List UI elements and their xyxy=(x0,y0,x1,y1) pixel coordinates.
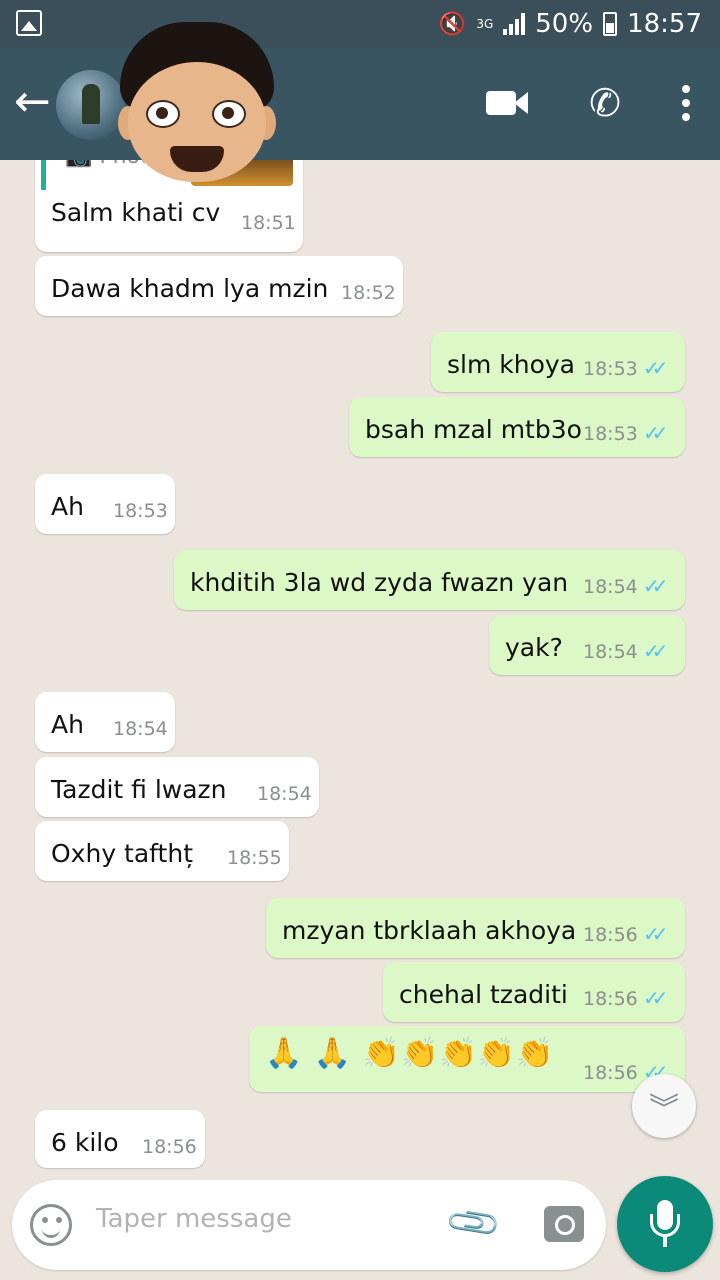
message-text: slm khoya xyxy=(447,350,576,379)
status-indicators: 🔇 3G 50% 18:57 xyxy=(439,6,702,42)
video-call-icon[interactable] xyxy=(486,88,528,118)
battery-percent: 50% xyxy=(535,9,594,39)
message-bubble[interactable]: mzyan tbrklaah akhoya 18:56 ✓✓ xyxy=(266,898,685,958)
battery-icon xyxy=(603,12,618,36)
scroll-to-bottom-button[interactable]: ︾ xyxy=(632,1074,696,1138)
paperclip-icon[interactable]: 📎 xyxy=(443,1193,505,1255)
clock: 18:57 xyxy=(627,9,702,39)
read-ticks-icon: ✓✓ xyxy=(643,421,668,445)
message-time: 18:56 xyxy=(142,1136,197,1158)
boy-face-emoji-sticker xyxy=(116,22,278,186)
more-options-icon[interactable] xyxy=(682,85,690,121)
message-bubble[interactable]: Dawa khadm lya mzin 18:52 xyxy=(35,256,403,316)
read-ticks-icon: ✓✓ xyxy=(643,356,668,380)
message-bubble[interactable]: Oxhy tafthț 18:55 xyxy=(35,821,289,881)
message-text: Ah xyxy=(51,492,84,521)
message-text: khditih 3la wd zyda fwazn yan xyxy=(190,568,569,597)
message-time: 18:56 xyxy=(583,924,638,946)
message-time: 18:54 xyxy=(113,718,168,740)
read-ticks-icon: ✓✓ xyxy=(643,574,668,598)
message-input-bar: Taper message 📎 xyxy=(12,1180,606,1270)
status-bar: 🔇 3G 50% 18:57 xyxy=(0,0,720,48)
message-text: mzyan tbrklaah akhoya xyxy=(282,916,577,945)
emoji-icon[interactable] xyxy=(30,1204,72,1246)
mute-icon: 🔇 xyxy=(438,11,467,37)
message-input[interactable]: Taper message xyxy=(96,1204,292,1234)
message-text: Tazdit fi lwazn xyxy=(51,775,227,804)
message-bubble[interactable]: khditih 3la wd zyda fwazn yan 18:54 ✓✓ xyxy=(174,550,685,610)
voice-call-icon[interactable]: ✆ xyxy=(584,82,626,124)
back-arrow-icon[interactable]: ← xyxy=(14,72,58,132)
gallery-notification-icon xyxy=(16,10,42,36)
message-text: Dawa khadm lya mzin xyxy=(51,274,329,303)
message-time: 18:54 xyxy=(583,641,638,663)
message-text: yak? xyxy=(505,633,563,662)
message-emoji-text: 🙏 🙏 👏👏👏👏👏 xyxy=(265,1036,555,1071)
message-time: 18:55 xyxy=(227,847,282,869)
read-ticks-icon: ✓✓ xyxy=(643,639,668,663)
header-actions: ✆ xyxy=(486,82,690,124)
message-text: Salm khati cv xyxy=(51,198,221,227)
camera-icon[interactable] xyxy=(544,1206,584,1242)
read-ticks-icon: ✓✓ xyxy=(643,986,668,1010)
message-bubble[interactable]: bsah mzal mtb3o 18:53 ✓✓ xyxy=(349,397,685,457)
read-ticks-icon: ✓✓ xyxy=(643,922,668,946)
message-text: Ah xyxy=(51,710,84,739)
message-time: 18:53 xyxy=(583,423,638,445)
chat-header: ← ✆ xyxy=(0,48,720,160)
message-time: 18:54 xyxy=(583,576,638,598)
reply-bar xyxy=(41,160,46,190)
message-text: chehal tzaditi xyxy=(399,980,568,1009)
message-bubble[interactable]: Tazdit fi lwazn 18:54 xyxy=(35,757,319,817)
message-time: 18:53 xyxy=(113,500,168,522)
message-text: bsah mzal mtb3o xyxy=(365,415,582,444)
message-text: 6 kilo xyxy=(51,1128,119,1157)
signal-icon xyxy=(503,13,526,35)
message-time: 18:56 xyxy=(583,1062,638,1084)
chevron-double-down-icon: ︾ xyxy=(649,1092,679,1127)
message-bubble[interactable]: slm khoya 18:53 ✓✓ xyxy=(431,332,685,392)
message-text: Oxhy tafthț xyxy=(51,839,193,868)
message-time: 18:53 xyxy=(583,358,638,380)
message-time: 18:52 xyxy=(341,282,396,304)
message-time: 18:51 xyxy=(241,212,296,234)
message-list[interactable]: 📷 Photo Salm khati cv 18:51 Dawa khadm l… xyxy=(0,160,720,1170)
network-type: 3G xyxy=(476,17,494,31)
message-bubble[interactable]: 🙏 🙏 👏👏👏👏👏 18:56 ✓✓ xyxy=(249,1026,685,1092)
message-bubble[interactable]: Ah 18:54 xyxy=(35,692,175,752)
message-bubble[interactable]: Ah 18:53 xyxy=(35,474,175,534)
mic-button[interactable] xyxy=(617,1176,713,1272)
message-time: 18:54 xyxy=(257,783,312,805)
message-bubble[interactable]: 6 kilo 18:56 xyxy=(35,1110,205,1168)
message-bubble[interactable]: yak? 18:54 ✓✓ xyxy=(489,615,685,675)
message-bubble[interactable]: chehal tzaditi 18:56 ✓✓ xyxy=(383,962,685,1022)
message-time: 18:56 xyxy=(583,988,638,1010)
